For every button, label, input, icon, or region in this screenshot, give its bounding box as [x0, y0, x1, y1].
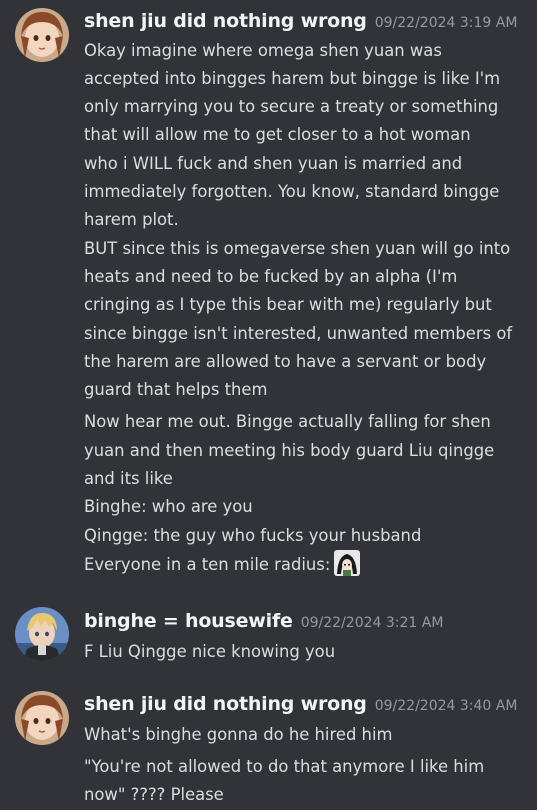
- timestamp[interactable]: 09/22/2024 3:21 AM: [301, 615, 444, 631]
- message-text: Everyone in a ten mile radius:: [84, 555, 331, 574]
- message-line: immediately forgotten. You know, standar…: [84, 182, 500, 201]
- message-line: heats and need to be fucked by an alpha …: [84, 267, 458, 286]
- custom-emoji-icon[interactable]: [334, 550, 361, 576]
- user-avatar[interactable]: [15, 8, 69, 62]
- message-line: who i WILL fuck and shen yuan is married…: [84, 154, 463, 173]
- message-line: only marrying you to secure a treaty or …: [84, 97, 499, 116]
- anime-boy-avatar-icon: [15, 607, 69, 661]
- message-line: cringing as I type this bear with me) re…: [84, 295, 492, 314]
- anime-girl-avatar-icon: [15, 691, 69, 745]
- message-line: What's binghe gonna do he hired him: [84, 725, 393, 744]
- message-line: accepted into bingges harem but bingge i…: [84, 69, 501, 88]
- username[interactable]: shen jiu did nothing wrong: [84, 10, 367, 32]
- message-line: F Liu Qingge nice knowing you: [84, 642, 336, 661]
- message-line: BUT since this is omegaverse shen yuan w…: [84, 239, 511, 258]
- message-line: Binghe: who are you: [84, 497, 253, 516]
- message-line: yuan and then meeting his body guard Liu…: [84, 441, 495, 460]
- username[interactable]: binghe = housewife: [84, 610, 293, 632]
- message-line: now" ???? Please: [84, 785, 224, 804]
- message-line: harem plot.: [84, 210, 179, 229]
- timestamp[interactable]: 09/22/2024 3:19 AM: [375, 15, 518, 31]
- message-line-with-emoji: Everyone in a ten mile radius:: [84, 550, 361, 579]
- message-line: and its like: [84, 469, 173, 488]
- message-line: Qingge: the guy who fucks your husband: [84, 526, 422, 545]
- message-line: that will allow me to get closer to a ho…: [84, 125, 471, 144]
- message-line: "You're not allowed to do that anymore I…: [84, 757, 485, 776]
- user-avatar[interactable]: [15, 607, 69, 661]
- username[interactable]: shen jiu did nothing wrong: [84, 693, 367, 715]
- timestamp[interactable]: 09/22/2024 3:40 AM: [375, 698, 518, 714]
- message-line: guard that helps them: [84, 380, 268, 399]
- message-line: Now hear me out. Bingge actually falling…: [84, 412, 491, 431]
- anime-girl-avatar-icon: [15, 8, 69, 62]
- message-line: the harem are allowed to have a servant …: [84, 352, 487, 371]
- message-line: Okay imagine where omega shen yuan was: [84, 41, 442, 60]
- user-avatar[interactable]: [15, 691, 69, 745]
- message-line: since bingge isn't interested, unwanted …: [84, 324, 513, 343]
